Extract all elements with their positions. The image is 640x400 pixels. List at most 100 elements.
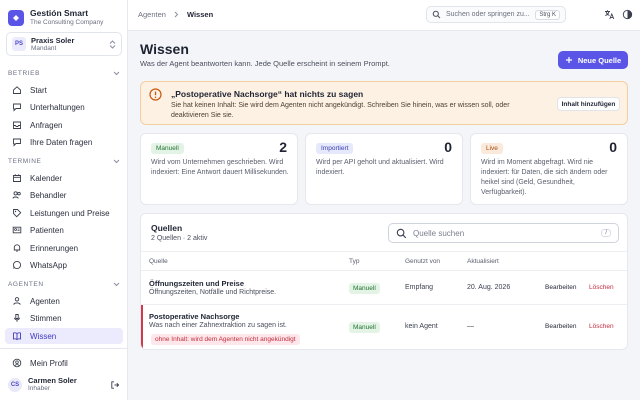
chevron-updown-icon [109,39,116,49]
col-typ: Typ [349,258,360,265]
badge-live: Live [481,143,503,154]
translate-icon[interactable] [604,9,615,20]
table-row[interactable]: Öffnungszeiten und Preise Öffnungszeiten… [141,271,627,305]
book-icon [13,332,21,341]
card-count: 0 [609,139,617,155]
global-search-placeholder: Suchen oder springen zu... [446,11,530,18]
practice-switcher[interactable]: PS Praxis Soler Mandant [6,32,122,56]
card-text: Wird im Moment abgefragt. Wird nie index… [481,159,608,196]
table-row[interactable]: Postoperative Nachsorge Was nach einer Z… [141,305,627,349]
user-name: Carmen Soler [28,376,77,385]
source-description: Öffnungszeiten, Notfälle und Richtpreise… [149,289,277,296]
practice-name: Praxis Soler [31,35,75,45]
edit-button[interactable]: Bearbeiten [545,284,576,291]
section-label: AGENTEN [8,281,44,288]
inbox-icon [13,121,21,129]
sidebar-item-anfragen[interactable]: Anfragen [5,117,123,133]
badge-imported: Importiert [316,143,354,154]
col-quelle: Quelle [149,258,168,265]
sidebar-item-label: Erinnerungen [30,243,79,253]
global-search[interactable]: Suchen oder springen zu... Strg K [426,6,566,23]
updated-date: 20. Aug. 2026 [467,284,511,291]
section-label: TERMINE [8,158,42,165]
sidebar-item-label: Ihre Daten fragen [30,137,93,147]
brand[interactable]: Gestión Smart The Consulting Company [8,8,103,27]
sidebar-item-label: WhatsApp [30,260,67,270]
breadcrumb-wissen: Wissen [186,10,214,19]
practice-role: Mandant [31,44,57,52]
chevron-down-icon [113,159,120,164]
user-role: Inhaber [28,385,51,392]
table-header: Quelle Typ Genutzt von Aktualisiert [141,251,627,271]
section-agenten[interactable]: AGENTEN [8,281,120,288]
sidebar-item-patienten[interactable]: Patienten [5,222,123,238]
whatsapp-icon [12,260,22,270]
brand-subtitle: The Consulting Company [30,19,104,26]
microphone-icon [14,314,20,322]
delete-button[interactable]: Löschen [589,323,614,330]
type-badge: Manuell [349,283,380,294]
user-circle-icon [12,358,22,368]
source-search-placeholder: Quelle suchen [413,228,465,238]
source-search-input[interactable]: Quelle suchen / [388,223,619,243]
sidebar-item-stimmen[interactable]: Stimmen [5,310,123,326]
new-source-label: Neue Quelle [577,55,622,65]
brand-name: Gestión Smart [30,8,89,18]
source-description: Was nach einer Zahnextraktion zu sagen i… [149,322,287,329]
card-manual: Manuell 2 Wird vom Unternehmen geschrieb… [140,133,298,205]
add-content-button[interactable]: Inhalt hinzufügen [557,97,620,111]
sidebar-item-leistungen-und-preise[interactable]: Leistungen und Preise [5,205,123,221]
sidebar-item-label: Leistungen und Preise [30,208,110,218]
breadcrumb: Agenten Wissen [138,10,213,19]
delete-button[interactable]: Löschen [589,284,614,291]
theme-toggle-icon[interactable] [622,9,633,20]
card-live: Live 0 Wird im Moment abgefragt. Wird ni… [470,133,628,205]
alert-title: „Postoperative Nachsorge“ hat nichts zu … [171,89,364,99]
sidebar: Gestión Smart The Consulting Company PS … [0,0,128,400]
sidebar-item-label: Agenten [30,296,60,306]
sidebar-item-label: Stimmen [30,313,62,323]
new-source-button[interactable]: Neue Quelle [558,51,628,69]
sources-summary: 2 Quellen · 2 aktiv [151,235,208,242]
sidebar-item-label: Wissen [30,331,57,341]
sidebar-item-ihre-daten-fragen[interactable]: Ihre Daten fragen [5,134,123,150]
breadcrumb-agenten[interactable]: Agenten [138,10,166,19]
chevron-right-icon [174,11,179,18]
sidebar-item-whatsapp[interactable]: WhatsApp [5,257,123,273]
section-termine[interactable]: TERMINE [8,158,120,165]
sources-title: Quellen [151,223,183,233]
edit-button[interactable]: Bearbeiten [545,323,576,330]
sidebar-item-start[interactable]: Start [5,82,123,98]
sidebar-item-behandler[interactable]: Behandler [5,187,123,203]
sidebar-item-label: Start [30,85,47,95]
logout-icon[interactable] [110,380,120,390]
sidebar-item-mein-profil[interactable]: Mein Profil [5,355,123,371]
col-genutzt-von: Genutzt von [405,258,441,265]
sidebar-item-label: Mein Profil [30,358,68,368]
chat-icon [13,103,21,112]
topbar: Agenten Wissen Suchen oder springen zu..… [128,0,640,31]
sidebar-item-unterhaltungen[interactable]: Unterhaltungen [5,99,123,115]
card-text: Wird vom Unternehmen geschrieben. Wird i… [151,159,289,176]
section-label: BETRIEB [8,70,41,77]
search-icon [432,10,441,19]
source-name: Öffnungszeiten und Preise [149,279,245,288]
empty-source-alert: „Postoperative Nachsorge“ hat nichts zu … [140,81,628,125]
chevron-down-icon [113,71,120,76]
sidebar-item-wissen[interactable]: Wissen [5,328,123,344]
user-menu[interactable]: CS Carmen Soler Inhaber [8,376,120,393]
badge-manual: Manuell [151,143,184,154]
id-card-icon [12,226,22,234]
alert-text: Sie hat keinen Inhalt: Sie wird dem Agen… [171,102,510,119]
avatar: CS [8,377,22,392]
sidebar-item-agenten[interactable]: Agenten [5,293,123,309]
search-key-hint: / [601,229,611,237]
sources-panel: Quellen 2 Quellen · 2 aktiv Quelle suche… [140,213,628,350]
type-badge: Manuell [349,322,380,333]
col-aktualisiert: Aktualisiert [467,258,499,265]
section-betrieb[interactable]: BETRIEB [8,70,120,77]
sidebar-item-label: Patienten [30,225,64,235]
sidebar-item-kalender[interactable]: Kalender [5,170,123,186]
chevron-down-icon [113,282,120,287]
sidebar-item-erinnerungen[interactable]: Erinnerungen [5,240,123,256]
